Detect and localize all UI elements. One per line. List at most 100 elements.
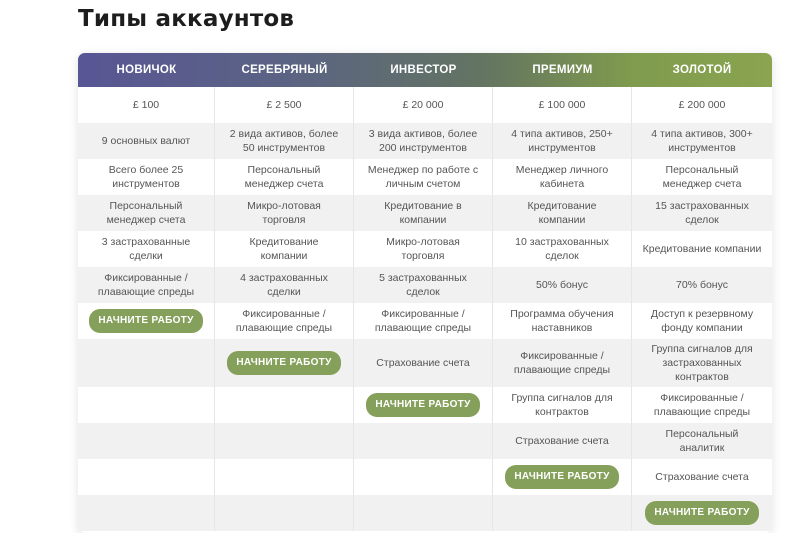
- cell-text: 4 типа активов, 300+ инструментов: [651, 128, 753, 154]
- cell-text: 70% бонус: [676, 279, 728, 291]
- table-row: £ 100 £ 2 500 £ 20 000 £ 100 000 £ 200 000: [78, 87, 772, 123]
- table-cell-gold: £ 200 000: [632, 87, 772, 123]
- table-cell-investor: Микро-лотовая торговля: [354, 231, 493, 267]
- table-cell-silver: [215, 423, 354, 459]
- table-cell-premium: [493, 495, 632, 531]
- start-trading-button[interactable]: НАЧНИТЕ РАБОТУ: [227, 351, 341, 375]
- table-row: НАЧНИТЕ РАБОТУ Страхование счета: [78, 459, 772, 495]
- table-cell-investor: Фиксированные / плавающие спреды: [354, 303, 493, 339]
- table-row: НАЧНИТЕ РАБОТУ: [78, 495, 772, 531]
- table-cell-silver: 2 вида активов, более 50 инструментов: [215, 123, 354, 159]
- table-cell-gold: Персональный аналитик: [632, 423, 772, 459]
- table-cell-investor: [354, 495, 493, 531]
- table-cell-silver: Фиксированные / плавающие спреды: [215, 303, 354, 339]
- table-cell-investor: НАЧНИТЕ РАБОТУ: [354, 387, 493, 423]
- table-row: Фиксированные / плавающие спреды 4 застра…: [78, 267, 772, 303]
- table-cell-novice: [78, 423, 215, 459]
- start-trading-button[interactable]: НАЧНИТЕ РАБОТУ: [645, 501, 759, 525]
- account-types-table: НОВИЧОК СЕРЕБРЯНЫЙ ИНВЕСТОР ПРЕМИУМ ЗОЛО…: [78, 53, 772, 533]
- table-cell-novice: [78, 459, 215, 495]
- table-cell-silver: Персональный менеджер счета: [215, 159, 354, 195]
- table-cell-investor: Менеджер по работе с личным счетом: [354, 159, 493, 195]
- table-cell-investor: Кредитование в компании: [354, 195, 493, 231]
- table-row: НАЧНИТЕ РАБОТУ Группа сигналов для контра…: [78, 387, 772, 423]
- table-cell-investor: 3 вида активов, более 200 инструментов: [354, 123, 493, 159]
- table-cell-novice: Всего более 25 инструментов: [78, 159, 215, 195]
- cell-text: £ 2 500: [266, 99, 302, 111]
- table-cell-premium: Менеджер личного кабинета: [493, 159, 632, 195]
- cell-text: Фиксированные / плавающие спреды: [374, 308, 472, 334]
- table-cell-gold: Страхование счета: [632, 459, 772, 495]
- cell-text: 9 основных валют: [101, 135, 191, 147]
- cell-text: Страхование счета: [376, 357, 470, 369]
- table-row: НАЧНИТЕ РАБОТУ Фиксированные / плавающие …: [78, 303, 772, 339]
- cell-text: Микро-лотовая торговля: [247, 200, 321, 226]
- cell-text: 3 вида активов, более 200 инструментов: [368, 128, 478, 154]
- table-cell-gold: 4 типа активов, 300+ инструментов: [632, 123, 772, 159]
- cell-text: 10 застрахованных сделок: [515, 236, 609, 262]
- cell-text: Фиксированные / плавающие спреды: [513, 350, 611, 376]
- cell-text: 15 застрахованных сделок: [655, 200, 749, 226]
- table-cell-silver: 4 застрахованных сделки: [215, 267, 354, 303]
- table-cell-gold: Кредитование компании: [632, 231, 772, 267]
- cell-text: Фиксированные / плавающие спреды: [653, 392, 751, 418]
- cell-text: Фиксированные / плавающие спреды: [235, 308, 333, 334]
- start-trading-button[interactable]: НАЧНИТЕ РАБОТУ: [89, 309, 203, 333]
- table-cell-silver: Микро-лотовая торговля: [215, 195, 354, 231]
- cell-text: Персональный менеджер счета: [244, 164, 324, 190]
- cell-text: Персональный менеджер счета: [106, 200, 186, 226]
- cell-text: 4 типа активов, 250+ инструментов: [511, 128, 613, 154]
- cell-text: Группа сигналов для застрахованных контр…: [651, 343, 753, 383]
- table-cell-premium: £ 100 000: [493, 87, 632, 123]
- table-cell-gold: 70% бонус: [632, 267, 772, 303]
- table-cell-silver: НАЧНИТЕ РАБОТУ: [215, 339, 354, 387]
- cell-text: Микро-лотовая торговля: [386, 236, 460, 262]
- table-cell-investor: 5 застрахованных сделок: [354, 267, 493, 303]
- cell-text: Кредитование компании: [642, 243, 762, 255]
- table-row: Страхование счета Персональный аналитик: [78, 423, 772, 459]
- table-row: Всего более 25 инструментов Персональный …: [78, 159, 772, 195]
- cell-text: £ 100 000: [538, 99, 586, 111]
- table-cell-silver: £ 2 500: [215, 87, 354, 123]
- cell-text: £ 20 000: [402, 99, 444, 111]
- table-cell-silver: [215, 495, 354, 531]
- cell-text: Доступ к резервному фонду компании: [650, 308, 754, 334]
- table-cell-gold: Доступ к резервному фонду компании: [632, 303, 772, 339]
- start-trading-button[interactable]: НАЧНИТЕ РАБОТУ: [366, 393, 480, 417]
- column-header-silver: СЕРЕБРЯНЫЙ: [241, 64, 328, 76]
- page-title: Типы аккаунтов: [78, 6, 295, 32]
- table-body: £ 100 £ 2 500 £ 20 000 £ 100 000 £ 200 000 9 …: [78, 87, 772, 531]
- start-trading-button[interactable]: НАЧНИТЕ РАБОТУ: [505, 465, 619, 489]
- table-cell-novice: Фиксированные / плавающие спреды: [78, 267, 215, 303]
- column-header-gold: ЗОЛОТОЙ: [672, 64, 732, 76]
- table-cell-gold: Персональный менеджер счета: [632, 159, 772, 195]
- table-cell-novice: [78, 387, 215, 423]
- table-cell-premium: 50% бонус: [493, 267, 632, 303]
- table-cell-silver: [215, 387, 354, 423]
- table-cell-novice: [78, 495, 215, 531]
- cell-text: Менеджер по работе с личным счетом: [367, 164, 479, 190]
- table-cell-silver: [215, 459, 354, 495]
- table-cell-novice: [78, 339, 215, 387]
- cell-text: 50% бонус: [536, 279, 588, 291]
- cell-text: Программа обучения наставников: [510, 308, 614, 334]
- cell-text: 4 застрахованных сделки: [240, 272, 328, 298]
- cell-text: Всего более 25 инструментов: [108, 164, 184, 190]
- table-cell-premium: Группа сигналов для контрактов: [493, 387, 632, 423]
- table-cell-premium: Страхование счета: [493, 423, 632, 459]
- cell-text: Страхование счета: [515, 435, 609, 447]
- cell-text: Персональный менеджер счета: [662, 164, 742, 190]
- table-cell-gold: 15 застрахованных сделок: [632, 195, 772, 231]
- table-cell-gold: НАЧНИТЕ РАБОТУ: [632, 495, 772, 531]
- table-cell-gold: Группа сигналов для застрахованных контр…: [632, 339, 772, 387]
- table-row: 3 застрахованные сделки Кредитование комп…: [78, 231, 772, 267]
- cell-text: Кредитование компании: [249, 236, 319, 262]
- table-cell-investor: Страхование счета: [354, 339, 493, 387]
- cell-text: Менеджер личного кабинета: [515, 164, 609, 190]
- table-cell-investor: [354, 459, 493, 495]
- cell-text: 5 застрахованных сделок: [379, 272, 467, 298]
- table-cell-premium: НАЧНИТЕ РАБОТУ: [493, 459, 632, 495]
- cell-text: Группа сигналов для контрактов: [511, 392, 613, 418]
- table-row: 9 основных валют 2 вида активов, более 50…: [78, 123, 772, 159]
- table-cell-gold: Фиксированные / плавающие спреды: [632, 387, 772, 423]
